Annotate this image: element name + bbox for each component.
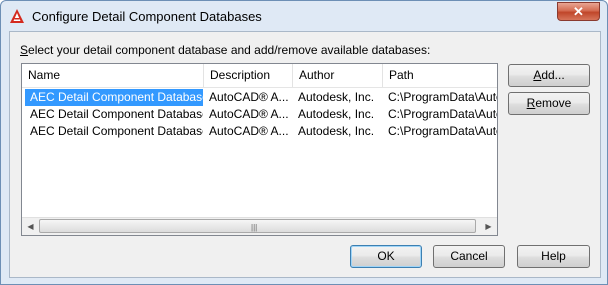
scroll-thumb[interactable]: ||| [39,219,476,233]
cell-path: C:\ProgramData\Autode [388,124,497,138]
column-header-description[interactable]: Description [204,64,293,87]
dialog-body: Select your detail component database an… [9,31,601,278]
database-list[interactable]: Name Description Author Path AEC Detail … [21,63,498,236]
cell-description: AutoCAD® A... [209,124,289,138]
dialog-window: Configure Detail Component Databases ✕ S… [0,0,608,285]
column-header-author[interactable]: Author [293,64,383,87]
cancel-button[interactable]: Cancel [433,245,505,268]
instruction-label: Select your detail component database an… [20,43,431,57]
column-header-path[interactable]: Path [383,64,497,87]
cell-author: Autodesk, Inc. [298,90,375,104]
cell-author: Autodesk, Inc. [298,107,375,121]
autocad-logo-icon [10,9,24,23]
window-title: Configure Detail Component Databases [32,9,262,24]
list-row[interactable]: AEC Detail Component Database ... AutoCA… [22,123,497,140]
cell-description: AutoCAD® A... [209,90,289,104]
scroll-right-arrow-icon[interactable]: ▶ [480,218,497,235]
cell-description: AutoCAD® A... [209,107,289,121]
cell-author: Autodesk, Inc. [298,124,375,138]
title-bar[interactable]: Configure Detail Component Databases ✕ [1,1,607,31]
cell-name: AEC Detail Component Database ... [30,107,203,121]
cell-path: C:\ProgramData\Autode [388,107,497,121]
remove-button[interactable]: Remove [508,92,590,115]
close-icon: ✕ [573,4,584,19]
column-header-name[interactable]: Name [22,64,204,87]
ok-button[interactable]: OK [350,245,422,268]
horizontal-scrollbar[interactable]: ◀ ||| ▶ [22,217,497,235]
list-row-selected[interactable]: AEC Detail Component Database ... AutoCA… [22,89,497,106]
list-header: Name Description Author Path [22,64,497,88]
grip-icon: ||| [251,223,258,232]
add-button[interactable]: Add... [508,64,590,87]
close-button[interactable]: ✕ [557,2,600,21]
cell-path: C:\ProgramData\Autode [388,90,497,104]
list-row[interactable]: AEC Detail Component Database ... AutoCA… [22,106,497,123]
help-button[interactable]: Help [517,245,590,268]
cell-name: AEC Detail Component Database ... [30,124,203,138]
scroll-left-arrow-icon[interactable]: ◀ [22,218,39,235]
cell-name: AEC Detail Component Database ... [25,89,203,106]
